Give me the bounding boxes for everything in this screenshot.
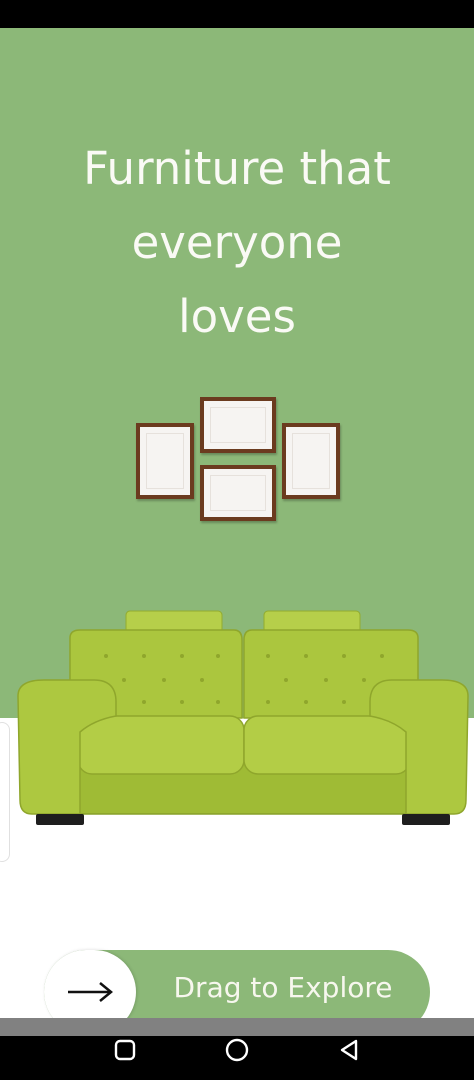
picture-frame-left [136, 423, 194, 499]
headline-line-3: loves [178, 290, 296, 343]
status-bar [0, 0, 474, 28]
triangle-back-icon [340, 1039, 358, 1061]
picture-frame-top [200, 397, 276, 453]
drag-to-explore-label: Drag to Explore [173, 971, 393, 1004]
back-button[interactable] [337, 1038, 361, 1062]
headline-line-1: Furniture that [83, 142, 391, 195]
arrow-right-icon [68, 982, 113, 1002]
recents-button[interactable] [113, 1038, 137, 1062]
picture-frame-right [282, 423, 340, 499]
square-icon [114, 1039, 136, 1061]
circle-icon [225, 1038, 249, 1062]
picture-frames [136, 397, 340, 525]
home-button[interactable] [225, 1038, 249, 1062]
sofa-image [17, 610, 469, 825]
headline-line-2: everyone [131, 216, 343, 269]
picture-frame-bottom [200, 465, 276, 521]
navigation-bar-shade [0, 1018, 474, 1036]
headline: Furniture that everyone loves [0, 132, 474, 354]
side-card-edge [0, 722, 10, 862]
